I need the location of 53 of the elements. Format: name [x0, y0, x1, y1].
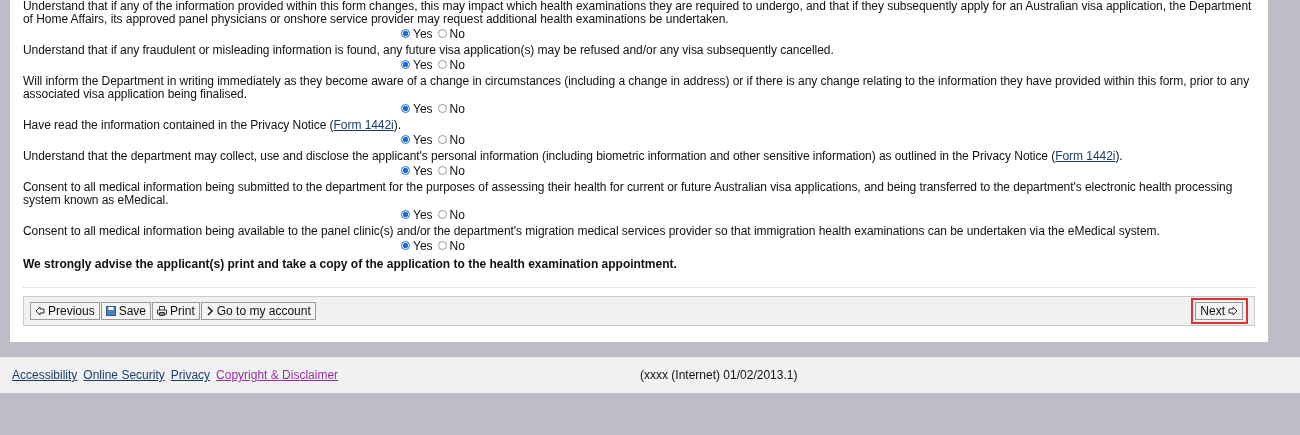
radio-button[interactable] [437, 210, 447, 219]
radio-button[interactable] [437, 104, 447, 113]
footer-link[interactable]: Copyright & Disclaimer [216, 368, 339, 382]
radio-button[interactable] [401, 166, 410, 175]
radio-button[interactable] [401, 104, 410, 113]
radio-button[interactable] [437, 29, 447, 38]
declaration-text: Consent to all medical information being submitted to the department for the purposes of assessing their health for current or future Australian visa applications, and being transferred to the department's electronic health processing system known as eMedical. [23, 181, 1234, 207]
declaration-text: Consent to all medical information being available to the panel clinic(s) and/or the department's migration medical services provider so that immigration health examinations can be undertaken via the eMedical system. [23, 225, 1161, 238]
radio-label: Yes [413, 132, 433, 147]
printer-icon [157, 306, 168, 316]
radio-label: No [449, 163, 465, 178]
declaration-text: Understand that if any fraudulent or misleading information is found, any future visa application(s) may be refused and/or any visa subsequently cancelled. [23, 44, 835, 57]
radio-label: Yes [413, 238, 433, 253]
radio-label: No [449, 101, 465, 116]
radio-button[interactable] [401, 135, 410, 144]
radio-label: Yes [413, 57, 433, 72]
arrow-left-icon [35, 306, 45, 316]
version-text: (xxxx (Internet) 01/02/2013.1) [640, 368, 798, 382]
radio-button[interactable] [437, 60, 447, 69]
declaration-text: Understand that the department may collect, use and disclose the applicant's personal information (including biometric information and other sensitive information) as outlined in the Privacy Notice (Form 1442i). [23, 150, 1124, 163]
form-link[interactable]: Form 1442i [1055, 149, 1116, 163]
form-link[interactable]: Form 1442i [333, 118, 394, 132]
toolbar-button[interactable]: Go to my account [200, 302, 316, 320]
radio-button[interactable] [401, 210, 410, 219]
radio-button[interactable] [437, 241, 447, 250]
toolbar-button[interactable]: Print [152, 302, 200, 320]
radio-button[interactable] [437, 166, 447, 175]
declaration-text: Have read the information contained in the Privacy Notice (Form 1442i). [23, 119, 402, 132]
radio-label: No [449, 238, 465, 253]
floppy-icon [105, 306, 116, 316]
footer-link[interactable]: Online Security [83, 368, 165, 382]
radio-label: Yes [413, 163, 433, 178]
declaration-text: Will inform the Department in writing immediately as they become aware of a change in circumstances (including a change in address) or if there is any change relating to the information they have provided within this form, prior to any associated visa application being finalised. [23, 75, 1251, 101]
arrow-right-icon [1228, 306, 1238, 316]
radio-button[interactable] [401, 60, 410, 69]
radio-label: No [449, 57, 465, 72]
toolbar-button[interactable]: Save [100, 302, 152, 320]
radio-label: No [449, 207, 465, 222]
radio-button[interactable] [401, 29, 410, 38]
radio-label: No [449, 26, 465, 41]
chevron-right-icon [205, 306, 214, 316]
radio-button[interactable] [437, 135, 447, 144]
radio-button[interactable] [401, 241, 410, 250]
radio-label: Yes [413, 101, 433, 116]
advice-text: We strongly advise the applicant(s) print and take a copy of the application to the health examination appointment. [23, 258, 678, 271]
toolbar-button[interactable]: Previous [30, 302, 100, 320]
radio-label: Yes [413, 26, 433, 41]
next-button[interactable]: Next [1195, 302, 1243, 320]
radio-label: No [449, 132, 465, 147]
radio-label: Yes [413, 207, 433, 222]
declaration-text: Understand that if any of the information provided within this form changes, this may impact which health examinations they are required to undergo, and that if they subsequently apply for an Australian visa application, the Department of Home Affairs, its approved panel physicians or onshore service provider may request additional health examinations be undertaken. [23, 0, 1253, 26]
footer-link[interactable]: Privacy [170, 368, 211, 382]
footer-link[interactable]: Accessibility [12, 368, 78, 382]
